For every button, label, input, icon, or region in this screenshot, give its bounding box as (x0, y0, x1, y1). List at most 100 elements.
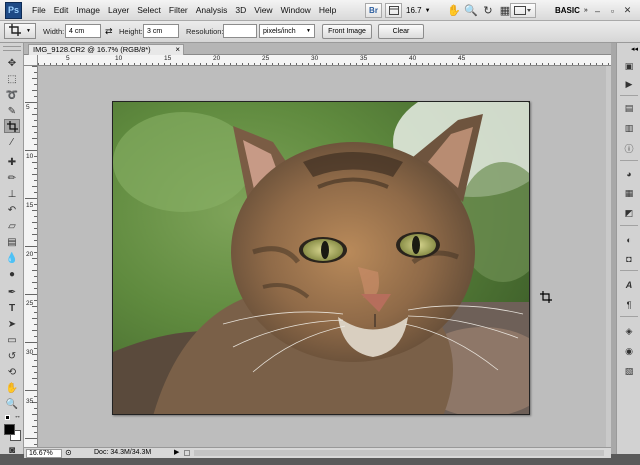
histogram-panel-icon[interactable]: ▤ (622, 102, 636, 115)
ruler-tick (25, 198, 37, 199)
menu-filter[interactable]: Filter (165, 5, 192, 15)
menu-view[interactable]: View (250, 5, 276, 15)
ruler-h-label: 30 (311, 55, 319, 62)
zoom-level-menu[interactable]: 16.7 ▼ (406, 0, 431, 21)
3d-rotate-tool-icon[interactable]: ↺ (4, 349, 20, 363)
menu-analysis[interactable]: Analysis (192, 5, 232, 15)
tool-preset-picker[interactable]: ▼ (4, 23, 36, 39)
expand-panels-icon[interactable]: ◂◂ (631, 45, 638, 53)
ruler-tick (32, 114, 37, 115)
width-field[interactable]: 4 cm (65, 24, 101, 38)
vertical-ruler[interactable]: 5 10 15 20 25 30 35 (24, 66, 38, 447)
ruler-tick (32, 426, 37, 427)
menu-help[interactable]: Help (315, 5, 340, 15)
layers-panel-icon[interactable]: ◈ (622, 325, 636, 338)
default-colors-icon[interactable] (5, 415, 10, 420)
shape-tool-icon[interactable]: ▭ (4, 333, 20, 347)
crop-tool-icon[interactable] (4, 119, 20, 133)
blur-tool-icon[interactable]: 💧 (4, 251, 20, 265)
hand-tool-icon[interactable]: ✋ (447, 4, 461, 18)
dodge-tool-icon[interactable]: ● (4, 267, 20, 281)
screen-mode-button[interactable] (510, 3, 536, 18)
ruler-tick (32, 90, 37, 91)
styles-panel-icon[interactable]: ◩ (622, 207, 636, 220)
document-tab[interactable]: IMG_9128.CR2 @ 16.7% (RGB/8*) × (28, 44, 184, 55)
zoom-percentage-field[interactable]: 16.67% (26, 449, 62, 458)
workspace-name[interactable]: BASIC (555, 6, 580, 15)
height-field[interactable]: 3 cm (143, 24, 179, 38)
menu-edit[interactable]: Edit (50, 5, 73, 15)
resolution-field[interactable] (223, 24, 257, 38)
type-tool-icon[interactable]: T (4, 301, 20, 315)
channels-panel-icon[interactable]: ◉ (622, 345, 636, 358)
zoom-tool-icon[interactable]: 🔍 (464, 4, 478, 18)
paragraph-panel-icon[interactable]: ¶ (622, 298, 636, 311)
foreground-color-swatch[interactable] (4, 424, 15, 435)
ruler-origin[interactable] (24, 55, 38, 66)
quick-mask-icon[interactable]: ◙ (4, 445, 20, 456)
color-panel-icon[interactable]: ◕ (622, 167, 636, 180)
tools-panel: ✥ ⬚ ➰ ✎ ⁄ ✚ ✏ ⊥ ↶ ▱ ▤ 💧 ● ✒ T ➤ ▭ ↺ ⟲ ✋ … (0, 43, 24, 456)
menu-image[interactable]: Image (72, 5, 104, 15)
ruler-h-label: 10 (115, 55, 123, 62)
panel-dock: ◂◂ ▣ ▶ ▤ ▥ ⓘ ◕ ▦ ◩ ◐ ◘ A ¶ ◈ ◉ ▧ (616, 43, 640, 454)
zoom-tool-icon[interactable]: 🔍 (4, 397, 20, 411)
navigator-panel-icon[interactable]: ▥ (622, 122, 636, 135)
timeline-panel-icon[interactable]: ▶ (622, 78, 636, 91)
horizontal-scrollbar[interactable] (194, 450, 604, 456)
menu-window[interactable]: Window (277, 5, 315, 15)
toolbox-grip[interactable] (3, 46, 21, 51)
minimize-button[interactable]: – (590, 4, 605, 18)
3d-orbit-tool-icon[interactable]: ⟲ (4, 365, 20, 379)
move-tool-icon[interactable]: ✥ (4, 56, 20, 70)
clone-stamp-tool-icon[interactable]: ⊥ (4, 187, 20, 201)
hand-tool-icon[interactable]: ✋ (4, 381, 20, 395)
maximize-button[interactable]: ▫ (605, 4, 620, 18)
close-button[interactable]: ✕ (620, 4, 635, 18)
screen-mode-menu[interactable] (510, 0, 536, 21)
horizontal-ruler[interactable]: 5 10 15 20 25 30 35 40 45 (38, 55, 611, 66)
quick-selection-tool-icon[interactable]: ✎ (4, 104, 20, 118)
pen-tool-icon[interactable]: ✒ (4, 285, 20, 299)
mini-bridge-icon[interactable] (385, 3, 402, 18)
masks-panel-icon[interactable]: ◘ (622, 252, 636, 265)
healing-brush-tool-icon[interactable]: ✚ (4, 155, 20, 169)
path-selection-tool-icon[interactable]: ➤ (4, 317, 20, 331)
eyedropper-tool-icon[interactable]: ⁄ (4, 135, 20, 149)
menu-layer[interactable]: Layer (104, 5, 133, 15)
photoshop-logo[interactable]: Ps (5, 1, 22, 19)
scroll-left-icon[interactable] (184, 450, 190, 456)
launch-bridge[interactable]: Br (365, 0, 382, 21)
canvas-area[interactable] (38, 66, 606, 447)
marquee-tool-icon[interactable]: ⬚ (4, 72, 20, 86)
gradient-tool-icon[interactable]: ▤ (4, 235, 20, 249)
swatches-panel-icon[interactable]: ▦ (622, 187, 636, 200)
swap-dimensions-icon[interactable]: ⇄ (105, 26, 113, 37)
status-menu-arrow-icon[interactable]: ▶ (174, 448, 179, 456)
bridge-button[interactable]: Br (365, 3, 382, 18)
history-brush-tool-icon[interactable]: ↶ (4, 203, 20, 217)
close-icon[interactable]: × (175, 45, 180, 55)
info-panel-icon[interactable]: ⓘ (622, 142, 636, 155)
character-panel-icon[interactable]: A (622, 278, 636, 291)
mini-bridge[interactable] (385, 0, 402, 21)
paths-panel-icon[interactable]: ▧ (622, 365, 636, 378)
resolution-unit-select[interactable]: pixels/inch ▼ (259, 24, 315, 38)
brush-tool-icon[interactable]: ✏ (4, 171, 20, 185)
workspace-switcher[interactable]: BASIC » (555, 0, 588, 21)
eraser-tool-icon[interactable]: ▱ (4, 219, 20, 233)
document-image[interactable] (112, 101, 530, 415)
status-menu-icon[interactable]: ⊙ (65, 448, 72, 457)
adjustments-panel-icon[interactable]: ◐ (622, 233, 636, 246)
menu-file[interactable]: File (28, 5, 50, 15)
clear-button[interactable]: Clear (378, 24, 424, 39)
zoom-level-value[interactable]: 16.7 (406, 6, 422, 15)
rotate-view-icon[interactable]: ↻ (481, 4, 495, 18)
menu-3d[interactable]: 3D (231, 5, 250, 15)
mini-bridge-panel-icon[interactable]: ▣ (622, 60, 636, 73)
swap-colors-icon[interactable]: ↔ (14, 413, 21, 420)
front-image-button[interactable]: Front Image (322, 24, 372, 39)
menu-select[interactable]: Select (133, 5, 165, 15)
lasso-tool-icon[interactable]: ➰ (4, 88, 20, 102)
ruler-tick (25, 294, 37, 295)
